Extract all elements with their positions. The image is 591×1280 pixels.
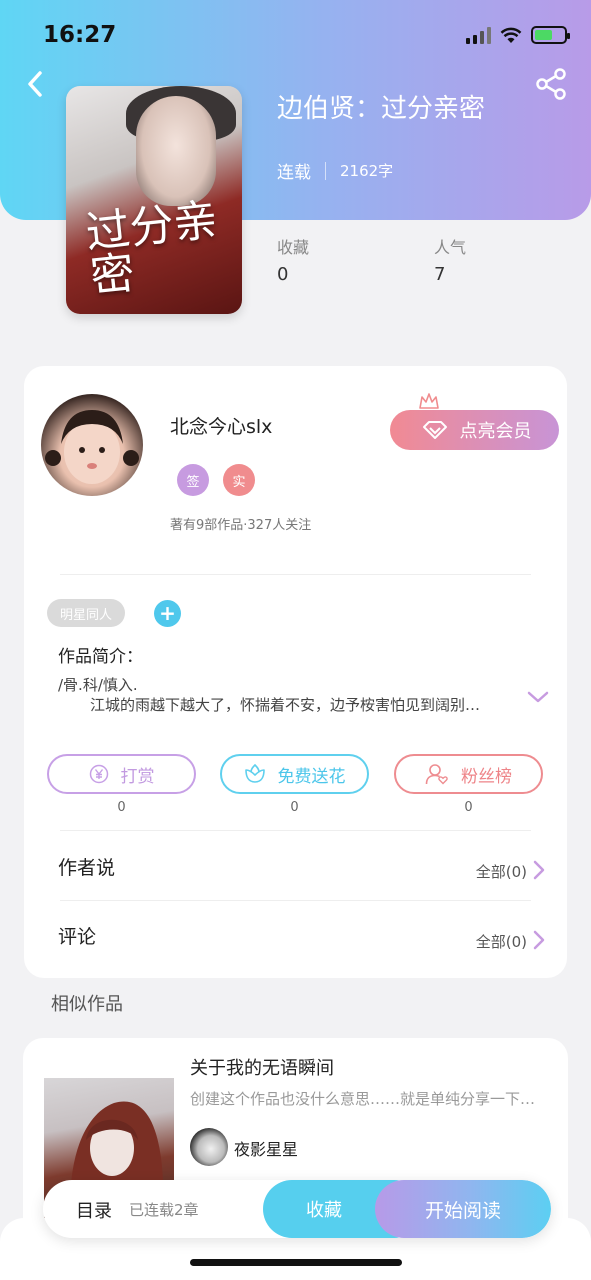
intro-line1: /骨.科/慎入. bbox=[58, 676, 138, 694]
divider bbox=[60, 900, 531, 901]
author-name[interactable]: 北念今心slx bbox=[170, 412, 272, 439]
battery-icon bbox=[531, 26, 570, 44]
favorites-value: 0 bbox=[277, 264, 289, 285]
verified-badge: 实 bbox=[223, 464, 255, 496]
chevron-right-icon bbox=[533, 930, 545, 950]
vip-button[interactable]: 点亮会员 bbox=[390, 410, 559, 450]
back-button[interactable] bbox=[20, 66, 50, 102]
fan-user-icon bbox=[425, 764, 448, 785]
crown-icon bbox=[419, 393, 439, 409]
detail-card: 北念今心slx 签 实 著有9部作品·327人关注 点亮会员 明星同人 + 作品… bbox=[24, 366, 567, 978]
fan-ranking-button[interactable]: 粉丝榜 bbox=[394, 754, 543, 794]
tag-chip[interactable]: 明星同人 bbox=[47, 599, 125, 627]
intro-line2: 江城的雨越下越大了，怀揣着不安，边予桉害怕见到阔别… bbox=[90, 696, 481, 714]
similar-author-name: 夜影星星 bbox=[234, 1140, 299, 1159]
vip-label: 点亮会员 bbox=[459, 421, 532, 442]
book-cover[interactable]: 过分亲密 bbox=[66, 86, 242, 314]
similar-work-desc: 创建这个作品也没什么意思……就是单纯分享一下… bbox=[190, 1090, 536, 1108]
popularity-label: 人气 bbox=[434, 238, 467, 257]
book-meta: 连载 2162字 bbox=[277, 158, 393, 183]
fan-ranking-label: 粉丝榜 bbox=[461, 766, 512, 787]
share-icon bbox=[536, 68, 566, 100]
status-time: 16:27 bbox=[43, 22, 117, 48]
author-says-title: 作者说 bbox=[58, 857, 116, 879]
fan-ranking-count: 0 bbox=[464, 800, 473, 815]
comments-title: 评论 bbox=[58, 926, 97, 948]
wifi-icon bbox=[500, 27, 522, 43]
serial-status: 连载 bbox=[277, 163, 311, 183]
book-title: 边伯贤：过分亲密 bbox=[277, 94, 486, 124]
signal-icon bbox=[466, 26, 491, 44]
divider bbox=[60, 574, 531, 575]
tip-label: 打赏 bbox=[120, 766, 155, 787]
word-count: 2162字 bbox=[340, 162, 394, 180]
author-says-link[interactable]: 全部(0) bbox=[476, 861, 527, 882]
chevron-left-icon bbox=[28, 71, 42, 97]
share-button[interactable] bbox=[533, 66, 569, 102]
comments-link[interactable]: 全部(0) bbox=[476, 931, 527, 952]
start-reading-button[interactable]: 开始阅读 bbox=[375, 1180, 551, 1238]
divider bbox=[60, 830, 531, 831]
similar-work-title: 关于我的无语瞬间 bbox=[190, 1058, 334, 1079]
yen-icon bbox=[89, 764, 108, 784]
cover-title-art: 过分亲密 bbox=[83, 194, 221, 303]
author-avatar[interactable] bbox=[41, 394, 143, 496]
favorites-stat: 收藏 0 bbox=[277, 234, 309, 285]
popularity-value: 7 bbox=[434, 264, 446, 285]
send-flower-button[interactable]: 免费送花 bbox=[220, 754, 369, 794]
add-tag-button[interactable]: + bbox=[154, 600, 181, 627]
status-icons bbox=[466, 26, 570, 44]
tip-count: 0 bbox=[117, 800, 126, 815]
bottom-dock: 目录 已连载2章 收藏 开始阅读 bbox=[43, 1180, 551, 1238]
similar-heading: 相似作品 bbox=[51, 994, 123, 1015]
favorites-label: 收藏 bbox=[277, 238, 310, 257]
similar-author-avatar bbox=[190, 1128, 228, 1166]
start-reading-label: 开始阅读 bbox=[424, 1199, 501, 1222]
diamond-icon bbox=[422, 421, 447, 439]
send-flower-count: 0 bbox=[290, 800, 299, 815]
toc-button[interactable]: 目录 bbox=[76, 1197, 112, 1223]
favorite-label: 收藏 bbox=[306, 1200, 342, 1221]
chapter-count: 已连载2章 bbox=[129, 1201, 199, 1219]
intro-heading: 作品简介： bbox=[58, 647, 143, 667]
meta-divider bbox=[325, 161, 326, 180]
tip-button[interactable]: 打赏 bbox=[47, 754, 196, 794]
signed-badge: 签 bbox=[177, 464, 209, 496]
flower-icon bbox=[244, 764, 265, 783]
author-stats: 著有9部作品·327人关注 bbox=[170, 518, 312, 533]
chevron-right-icon bbox=[533, 860, 545, 880]
home-indicator bbox=[190, 1259, 402, 1266]
popularity-stat: 人气 7 bbox=[434, 234, 466, 285]
chevron-down-icon[interactable] bbox=[527, 690, 549, 704]
send-flower-label: 免费送花 bbox=[277, 766, 346, 787]
